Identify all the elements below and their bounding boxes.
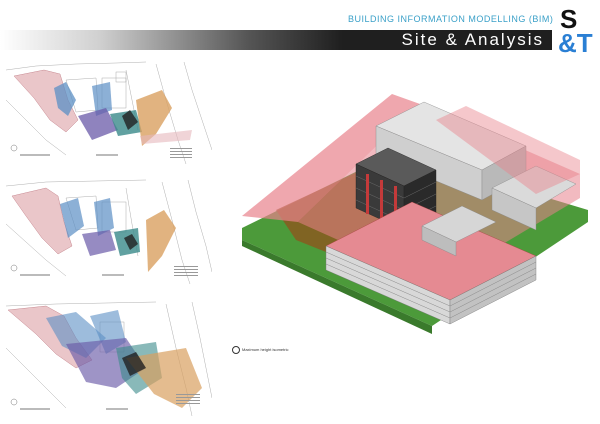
header-subtitle: BUILDING INFORMATION MODELLING (BIM) xyxy=(348,14,554,24)
site-plan-shadow-analysis-2 xyxy=(6,176,212,284)
iso-caption: Maximum height isometric xyxy=(232,346,288,356)
title-bar: Site & Analysis xyxy=(0,30,552,50)
iso-caption-text: Maximum height isometric xyxy=(242,347,289,353)
logo-line-2: &T xyxy=(558,28,593,58)
caption-marker-icon xyxy=(232,346,240,354)
page-title: Site & Analysis xyxy=(401,30,544,49)
maximum-height-isometric-view xyxy=(236,90,590,340)
site-plan-shadow-analysis-3 xyxy=(6,298,212,416)
site-plan-shadow-analysis-1 xyxy=(6,60,212,164)
